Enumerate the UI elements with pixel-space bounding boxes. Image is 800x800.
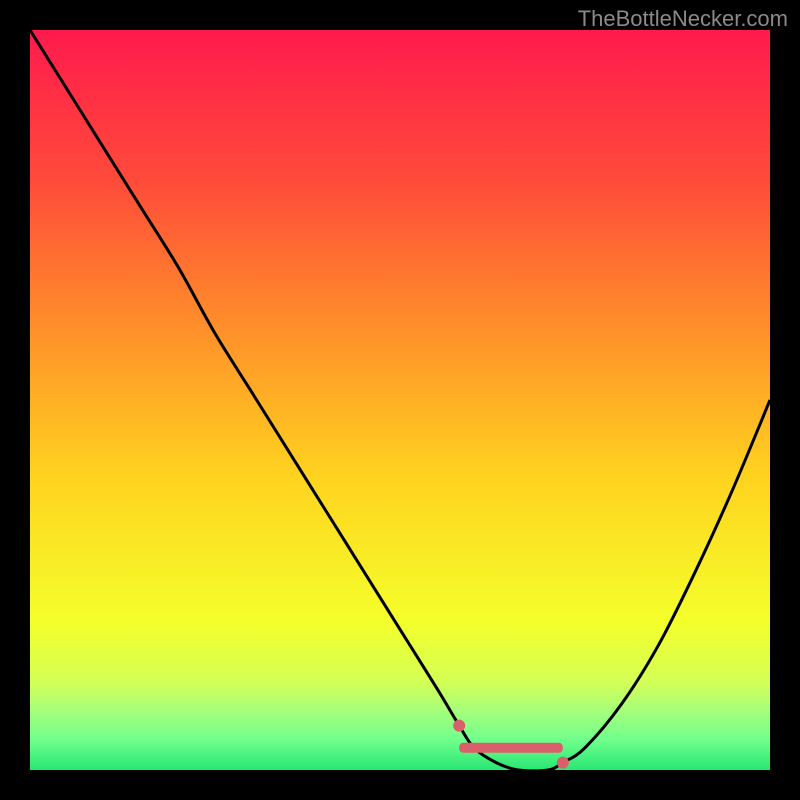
curve-layer [30,30,770,770]
marker-dot [453,720,465,732]
marker-dot [557,757,569,769]
chart-area [30,30,770,770]
attribution-text: TheBottleNecker.com [578,6,788,32]
bottleneck-curve [30,30,770,770]
optimal-range-bar [459,743,563,753]
